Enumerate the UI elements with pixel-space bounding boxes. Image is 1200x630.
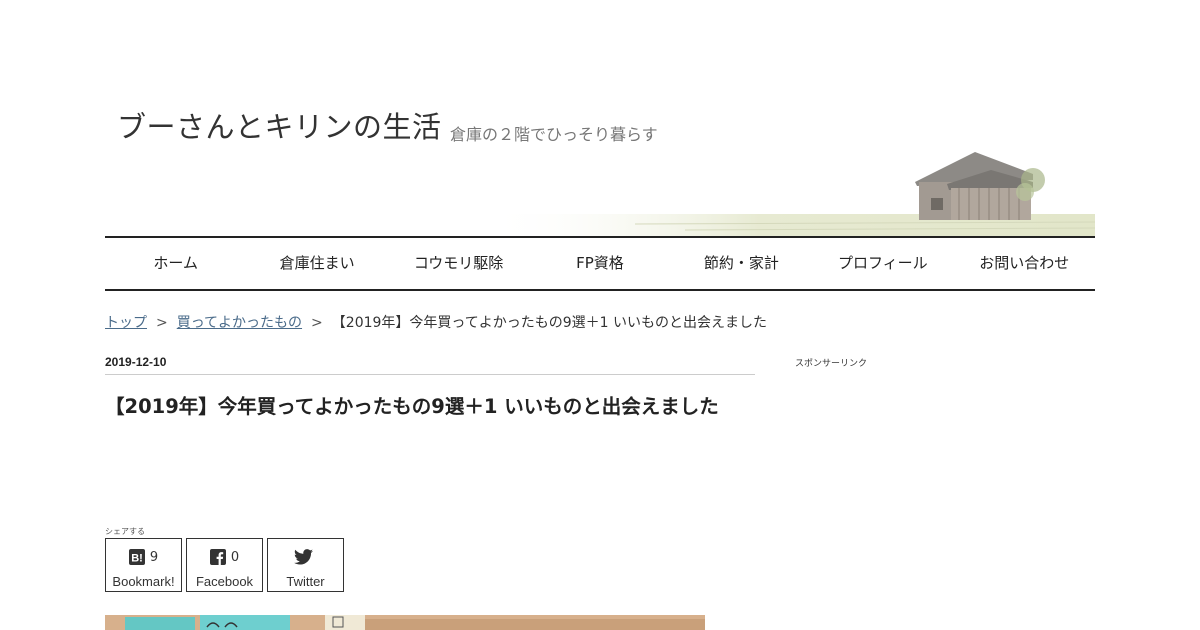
- facebook-icon: [209, 549, 226, 565]
- hatena-count: 9: [149, 549, 159, 565]
- svg-text:B!: B!: [131, 553, 143, 565]
- facebook-share-button[interactable]: 0 Facebook: [186, 538, 263, 592]
- site-header: ブーさんとキリンの生活 倉庫の２階でひっそり暮らす: [105, 0, 1095, 236]
- post-date: 2019-12-10: [105, 355, 167, 369]
- eyecatch-image: [105, 615, 705, 630]
- site-title[interactable]: ブーさんとキリンの生活: [117, 104, 442, 146]
- article-title: 【2019年】今年買ってよかったもの9選＋1 いいものと出会えました: [105, 395, 719, 418]
- nav-item-contact[interactable]: お問い合わせ: [954, 238, 1095, 289]
- breadcrumb-top-link[interactable]: トップ: [105, 315, 147, 331]
- facebook-count: 0: [230, 549, 240, 565]
- hatena-label: Bookmark!: [112, 574, 175, 589]
- breadcrumb-separator: >: [311, 315, 323, 331]
- twitter-label: Twitter: [286, 574, 325, 589]
- divider: [105, 374, 755, 375]
- breadcrumb-current: 【2019年】今年買ってよかったもの9選＋1 いいものと出会えました: [331, 315, 767, 331]
- nav-item-home[interactable]: ホーム: [105, 238, 246, 289]
- breadcrumb-category-link[interactable]: 買ってよかったもの: [177, 315, 302, 331]
- sponsor-label: スポンサーリンク: [795, 359, 868, 369]
- nav-item-fp-qualification[interactable]: FP資格: [529, 238, 670, 289]
- nav-item-warehouse-living[interactable]: 倉庫住まい: [246, 238, 387, 289]
- share-buttons: B! 9 Bookmark! 0 Facebook Twitter: [105, 538, 344, 592]
- global-nav: ホーム 倉庫住まい コウモリ駆除 FP資格 節約・家計 プロフィール お問い合わ…: [105, 236, 1095, 291]
- hatena-bookmark-button[interactable]: B! 9 Bookmark!: [105, 538, 182, 592]
- nav-item-profile[interactable]: プロフィール: [812, 238, 953, 289]
- hatena-bookmark-icon: B!: [128, 549, 145, 565]
- header-barn-image: [485, 152, 1095, 236]
- nav-item-savings[interactable]: 節約・家計: [671, 238, 812, 289]
- breadcrumb-separator: >: [156, 315, 168, 331]
- breadcrumb: トップ > 買ってよかったもの > 【2019年】今年買ってよかったもの9選＋1 いいも…: [105, 312, 767, 332]
- share-label: シェアする: [105, 527, 145, 536]
- facebook-label: Facebook: [195, 574, 254, 589]
- twitter-share-button[interactable]: Twitter: [267, 538, 344, 592]
- twitter-icon: [293, 549, 313, 565]
- nav-item-bat-removal[interactable]: コウモリ駆除: [388, 238, 529, 289]
